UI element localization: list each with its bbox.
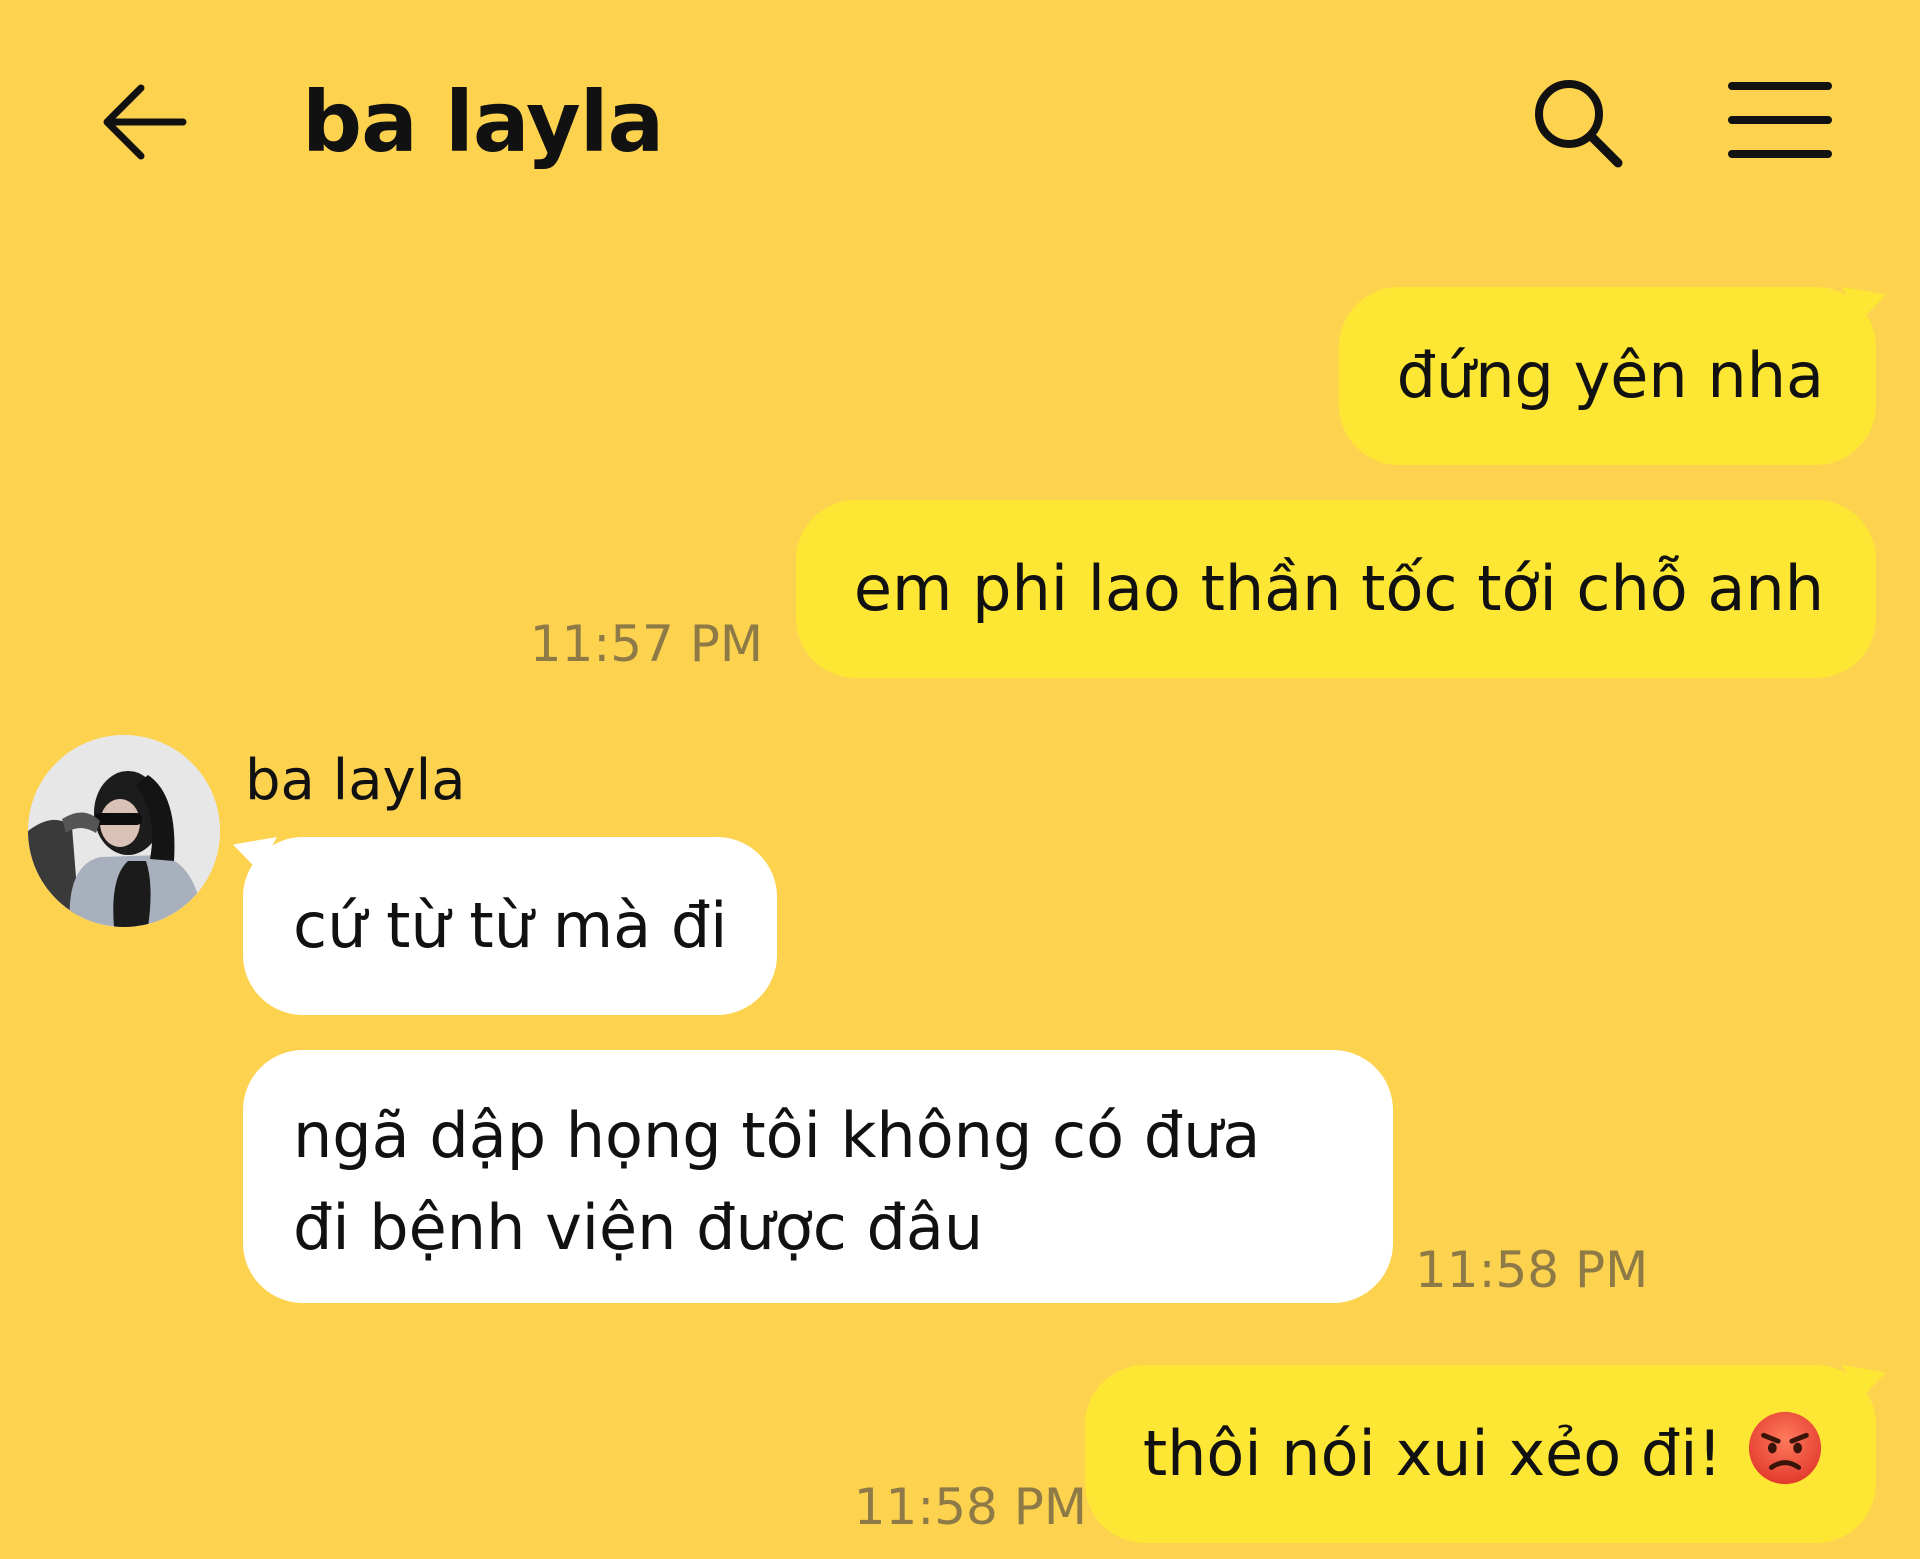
search-icon	[1535, 80, 1623, 168]
avatar	[28, 735, 220, 927]
outgoing-message-bubble[interactable]: đứng yên nha	[1338, 287, 1876, 465]
message-timestamp: 11:57 PM	[529, 615, 763, 673]
message-text-line: đi bệnh viện được đâu	[293, 1191, 984, 1264]
search-button[interactable]	[1525, 72, 1625, 172]
sender-name: ba layla	[245, 748, 466, 813]
message-timestamp: 11:58 PM	[853, 1478, 1087, 1536]
incoming-message-bubble[interactable]: ngã dập họng tôi không có đưa đi bệnh vi…	[243, 1050, 1393, 1303]
message-text: cứ từ từ mà đi	[293, 889, 728, 962]
arrow-left-icon	[103, 84, 187, 160]
contact-avatar[interactable]	[28, 735, 220, 927]
message-text: em phi lao thần tốc tới chỗ anh	[853, 552, 1824, 625]
message-timestamp: 11:58 PM	[1415, 1241, 1649, 1299]
message-text-line: ngã dập họng tôi không có đưa	[293, 1099, 1261, 1172]
menu-button[interactable]	[1725, 72, 1835, 172]
angry-face-emoji	[1748, 1411, 1822, 1485]
outgoing-message-bubble[interactable]: em phi lao thần tốc tới chỗ anh	[795, 500, 1876, 678]
chat-title: ba layla	[302, 73, 664, 171]
message-text: đứng yên nha	[1396, 339, 1824, 412]
hamburger-menu-icon	[1728, 82, 1832, 158]
outgoing-message-bubble[interactable]: thôi nói xui xẻo đi!	[1084, 1365, 1876, 1543]
back-button[interactable]	[95, 72, 195, 172]
incoming-message-bubble[interactable]: cứ từ từ mà đi	[243, 837, 778, 1015]
message-text: thôi nói xui xẻo đi!	[1142, 1417, 1723, 1490]
